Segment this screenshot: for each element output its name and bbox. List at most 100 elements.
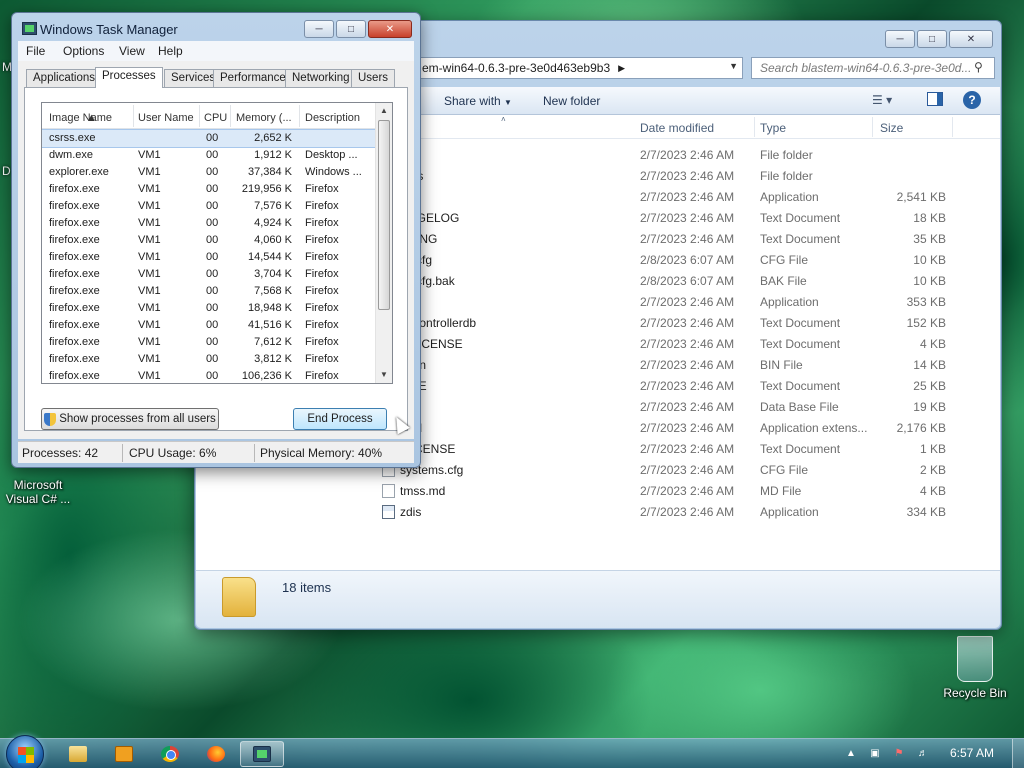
column-image-name[interactable]: Image Name xyxy=(49,112,112,124)
process-row[interactable]: dwm.exe VM1 00 1,912 K Desktop ... xyxy=(42,147,376,164)
task-manager-maximize-button[interactable]: □ xyxy=(336,20,366,38)
chrome-icon xyxy=(161,746,179,762)
process-row[interactable]: firefox.exe VM1 00 3,812 K Firefox xyxy=(42,351,376,368)
file-size: 2 KB xyxy=(919,463,946,477)
file-size: 353 KB xyxy=(906,295,946,309)
show-all-processes-button[interactable]: Show processes from all users xyxy=(41,408,219,430)
scroll-up-icon[interactable]: ▲ xyxy=(376,103,392,119)
process-row[interactable]: explorer.exe VM1 00 37,384 K Windows ... xyxy=(42,164,376,181)
show-desktop-button[interactable] xyxy=(1012,739,1024,768)
explorer-maximize-button[interactable]: □ xyxy=(917,30,947,48)
taskbar-firefox-button[interactable] xyxy=(194,741,238,767)
process-description: Windows ... xyxy=(305,166,362,178)
tab-applications[interactable]: Applications xyxy=(26,69,103,87)
new-folder-button[interactable]: New folder xyxy=(543,94,600,108)
process-row[interactable]: firefox.exe VM1 00 7,612 K Firefox xyxy=(42,334,376,351)
tab-performance[interactable]: Performance xyxy=(213,69,293,87)
column-date-modified[interactable]: Date modified xyxy=(640,121,714,135)
column-type[interactable]: Type xyxy=(760,121,786,135)
tab-processes[interactable]: Processes xyxy=(95,67,163,88)
process-row[interactable]: firefox.exe VM1 00 7,576 K Firefox xyxy=(42,198,376,215)
desktop-edge-label-d: D xyxy=(2,164,11,178)
process-row[interactable]: firefox.exe VM1 00 3,704 K Firefox xyxy=(42,266,376,283)
address-dropdown-icon[interactable]: ▼ xyxy=(729,61,738,71)
process-row[interactable]: firefox.exe VM1 00 18,948 K Firefox xyxy=(42,300,376,317)
column-memory[interactable]: Memory (... xyxy=(236,112,292,124)
file-date-modified: 2/7/2023 2:46 AM xyxy=(640,316,735,330)
process-row[interactable]: csrss.exe 00 2,652 K xyxy=(42,129,377,148)
file-row[interactable]: tmss.md 2/7/2023 2:46 AM MD File 4 KB xyxy=(196,481,1000,502)
file-row[interactable]: zdis 2/7/2023 2:46 AM Application 334 KB xyxy=(196,502,1000,523)
file-type: Text Document xyxy=(760,337,841,351)
document-icon xyxy=(382,484,395,498)
menu-file[interactable]: File xyxy=(26,44,45,58)
process-memory: 14,544 K xyxy=(247,251,292,263)
end-process-button[interactable]: End Process xyxy=(293,408,387,430)
tab-networking[interactable]: Networking xyxy=(285,69,357,87)
file-size: 4 KB xyxy=(919,484,946,498)
action-center-icon[interactable]: ⚑ xyxy=(892,747,906,760)
file-type: BAK File xyxy=(760,274,807,288)
file-date-modified: 2/8/2023 6:07 AM xyxy=(640,274,735,288)
explorer-minimize-button[interactable]: ─ xyxy=(885,30,915,48)
process-image-name: firefox.exe xyxy=(49,234,100,246)
scroll-down-icon[interactable]: ▼ xyxy=(376,367,392,383)
taskbar-explorer-button[interactable] xyxy=(56,741,100,767)
desktop-icon-visual-csharp[interactable]: Microsoft Visual C# ... xyxy=(0,478,78,506)
menu-view[interactable]: View xyxy=(119,44,145,58)
process-row[interactable]: firefox.exe VM1 00 41,516 K Firefox xyxy=(42,317,376,334)
search-input[interactable]: Search blastem-win64-0.6.3-pre-3e0d... ⚲ xyxy=(751,57,995,79)
share-with-button[interactable]: Share with ▼ xyxy=(444,94,512,108)
tab-users[interactable]: Users xyxy=(351,69,396,87)
change-view-icon[interactable]: ☰ ▾ xyxy=(872,93,892,107)
help-icon[interactable]: ? xyxy=(963,91,981,109)
process-memory: 3,704 K xyxy=(254,268,292,280)
scrollbar-thumb[interactable] xyxy=(378,120,390,310)
file-type: Text Document xyxy=(760,379,841,393)
process-row[interactable]: firefox.exe VM1 00 4,924 K Firefox xyxy=(42,215,376,232)
taskbar-clock[interactable]: 6:57 AM xyxy=(950,746,994,760)
process-description: Firefox xyxy=(305,336,339,348)
explorer-close-button[interactable]: ✕ xyxy=(949,30,993,48)
menu-help[interactable]: Help xyxy=(158,44,183,58)
process-list-scrollbar[interactable]: ▲ ▼ xyxy=(375,103,392,383)
column-description[interactable]: Description xyxy=(305,112,360,124)
file-size: 2,176 KB xyxy=(896,421,946,435)
file-name: tmss.md xyxy=(400,484,446,498)
search-icon[interactable]: ⚲ xyxy=(974,60,990,76)
process-image-name: firefox.exe xyxy=(49,370,100,382)
taskbar-task-manager-button[interactable] xyxy=(240,741,284,767)
process-row[interactable]: firefox.exe VM1 00 7,568 K Firefox xyxy=(42,283,376,300)
process-user-name: VM1 xyxy=(138,251,161,263)
process-description: Firefox xyxy=(305,370,339,382)
volume-icon[interactable]: ♬ xyxy=(916,747,930,760)
process-row[interactable]: firefox.exe VM1 00 14,544 K Firefox xyxy=(42,249,376,266)
network-icon[interactable]: ▣ xyxy=(868,747,882,760)
desktop-icon-recycle-bin[interactable]: Recycle Bin xyxy=(935,636,1015,700)
file-type: Text Document xyxy=(760,211,841,225)
preview-pane-icon[interactable] xyxy=(927,92,943,106)
file-type: Application extens... xyxy=(760,421,868,435)
column-size[interactable]: Size xyxy=(880,121,903,135)
task-manager-minimize-button[interactable]: ─ xyxy=(304,20,334,38)
process-memory: 7,576 K xyxy=(254,200,292,212)
process-row[interactable]: firefox.exe VM1 00 219,956 K Firefox xyxy=(42,181,376,198)
process-row[interactable]: firefox.exe VM1 00 106,236 K Firefox xyxy=(42,368,376,383)
breadcrumb-arrow-icon[interactable]: ▶ xyxy=(618,63,625,74)
show-all-processes-label: Show processes from all users xyxy=(59,413,216,425)
windows-logo-icon xyxy=(18,747,34,763)
taskbar-media-player-button[interactable] xyxy=(102,741,146,767)
process-cpu: 00 xyxy=(206,353,219,365)
process-row[interactable]: firefox.exe VM1 00 4,060 K Firefox xyxy=(42,232,376,249)
start-button[interactable] xyxy=(6,735,44,768)
taskbar-chrome-button[interactable] xyxy=(148,741,192,767)
column-cpu[interactable]: CPU xyxy=(204,112,227,124)
task-manager-app-icon xyxy=(22,22,37,35)
process-memory: 4,924 K xyxy=(254,217,292,229)
process-user-name: VM1 xyxy=(138,183,161,195)
task-manager-close-button[interactable]: ✕ xyxy=(368,20,412,38)
column-user-name[interactable]: User Name xyxy=(138,112,194,124)
menu-options[interactable]: Options xyxy=(63,44,104,58)
file-date-modified: 2/7/2023 2:46 AM xyxy=(640,190,735,204)
show-hidden-icons-icon[interactable]: ▲ xyxy=(844,747,858,760)
